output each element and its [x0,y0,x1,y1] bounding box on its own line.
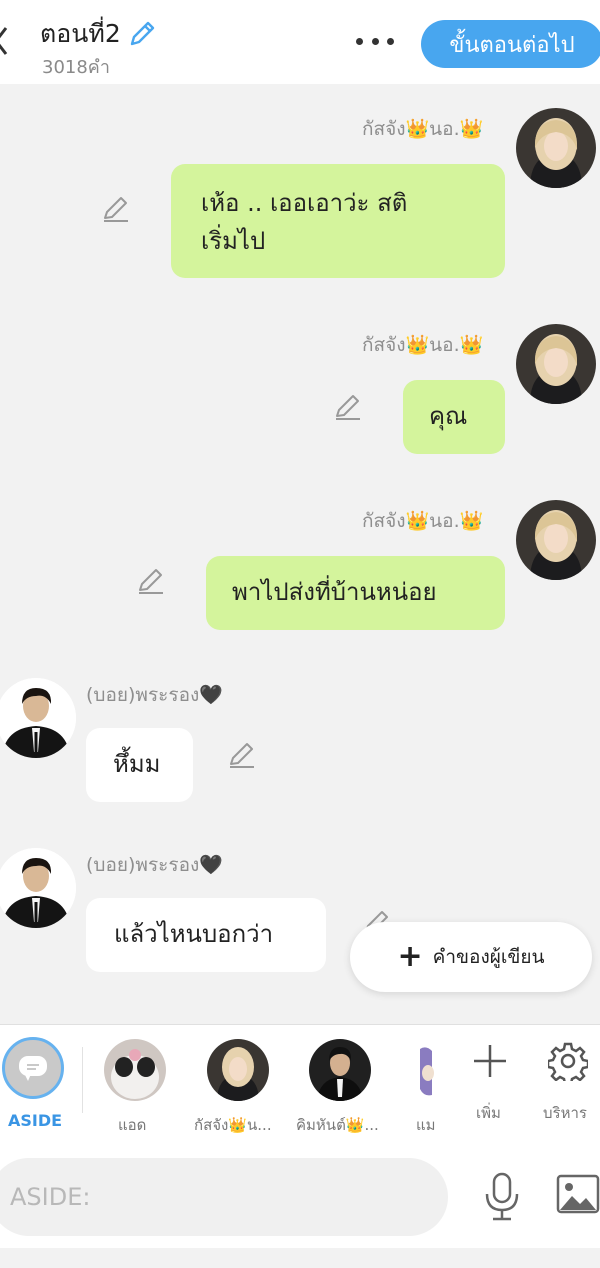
message-sender: กัสจัง👑นอ.👑 [362,118,484,140]
character-avatar[interactable] [309,1039,371,1101]
avatar[interactable] [0,848,76,928]
character-bar: ASIDE แอด กัสจัง👑น... คิมหันต์👑... แม เพ… [0,1024,600,1144]
edit-title-icon[interactable] [127,19,157,49]
edit-message-icon[interactable] [333,392,363,422]
add-character-label[interactable]: เพิ่ม [476,1101,501,1125]
message-bubble[interactable]: เห้อ .. เออเอาว่ะ สติ เริ่มไป [171,164,505,278]
manage-label[interactable]: บริหาร [543,1101,587,1125]
character-name: แอด [118,1116,147,1134]
add-character-icon[interactable] [470,1041,510,1081]
add-author-note-button[interactable]: + คำของผู้เขียน [350,922,592,992]
character-avatar[interactable] [104,1039,166,1101]
chat-area[interactable]: กัสจัง👑นอ.👑 เห้อ .. เออเอาว่ะ สติ เริ่มไ… [0,84,600,1024]
plus-icon: + [397,939,423,974]
edit-message-icon[interactable] [136,566,166,596]
message-sender: กัสจัง👑นอ.👑 [362,510,484,532]
word-count: 3018คำ [42,57,110,78]
top-bar: ตอนที่2 3018คำ ขั้นตอนต่อไป [0,0,600,84]
message-bubble[interactable]: คุณ [403,380,505,454]
message-input[interactable] [0,1158,448,1236]
back-icon[interactable] [0,26,8,56]
message-bubble[interactable]: แล้วไหนบอกว่า [86,898,326,972]
aside-label: ASIDE [8,1111,63,1130]
divider [82,1047,83,1113]
chapter-title-text: ตอนที่2 [40,19,121,48]
character-avatar[interactable] [414,1039,436,1101]
message-sender: กัสจัง👑นอ.👑 [362,334,484,356]
image-icon[interactable] [556,1174,600,1214]
more-options-icon[interactable] [356,28,394,54]
chat-bubble-icon [19,1056,47,1081]
input-row [0,1144,600,1268]
gear-icon[interactable] [548,1041,588,1081]
chapter-title[interactable]: ตอนที่2 [40,14,157,54]
character-name: คิมหันต์👑... [296,1116,379,1134]
character-name: กัสจัง👑น... [194,1116,272,1134]
microphone-icon[interactable] [482,1172,522,1222]
message-sender: (บอย)พระรอง🖤 [86,854,223,876]
edit-message-icon[interactable] [101,194,131,224]
next-step-button[interactable]: ขั้นตอนต่อไป [421,20,600,68]
edit-message-icon[interactable] [227,740,257,770]
character-avatar[interactable] [207,1039,269,1101]
add-author-note-label: คำของผู้เขียน [432,946,545,968]
avatar[interactable] [516,500,596,580]
message-bubble[interactable]: พาไปส่งที่บ้านหน่อย [206,556,505,630]
message-bubble[interactable]: หึ้มม [86,728,193,802]
bottom-strip [0,1248,600,1268]
message-sender: (บอย)พระรอง🖤 [86,684,223,706]
character-name: แม [416,1116,436,1134]
avatar[interactable] [516,108,596,188]
avatar[interactable] [516,324,596,404]
aside-selector[interactable] [2,1037,64,1099]
avatar[interactable] [0,678,76,758]
